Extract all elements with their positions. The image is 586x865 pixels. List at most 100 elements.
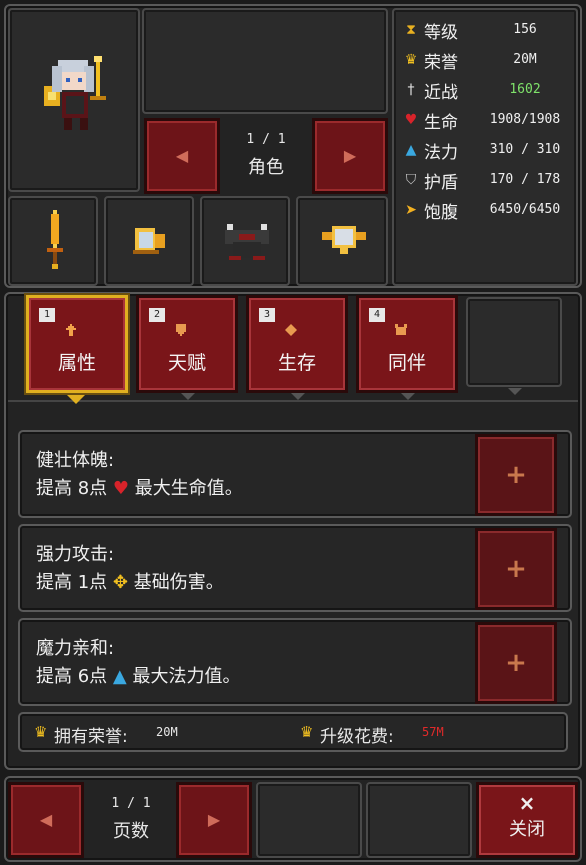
potion-icon: ▲ [112, 666, 127, 687]
equipment-slot-offhand[interactable] [104, 196, 194, 286]
prev-page-button[interactable]: ◀ [8, 782, 84, 858]
left-arrow-icon: ◀ [175, 146, 189, 165]
up-arrow-icon [66, 324, 76, 336]
plus-icon: + [505, 554, 527, 584]
tab-survival[interactable]: 3 生存 [246, 295, 348, 400]
golden-sword-icon [47, 210, 63, 269]
tab-pin [181, 393, 195, 400]
winged-shield-icon [322, 226, 366, 254]
stat-row-mana: ▲ 法力 [402, 138, 458, 163]
tab-label: 同伴 [387, 352, 426, 374]
close-icon: × [518, 791, 536, 815]
tab-pin [401, 393, 415, 400]
equipment-slot-weapon[interactable] [8, 196, 98, 286]
honor-owned-label: 拥有荣誉: [54, 727, 128, 747]
pet-icon [395, 324, 407, 335]
tab-empty [466, 297, 562, 395]
stat-label: 等级 [424, 22, 458, 43]
page-label: 页数 [113, 821, 149, 842]
heart-icon: ♥ [404, 112, 418, 128]
character-page-label: 角色 [248, 157, 284, 178]
stat-row-shield: ⛉ 护盾 [402, 168, 458, 193]
character-portrait [44, 56, 106, 130]
diamond-icon [285, 324, 297, 336]
stat-value-mana: 310 / 310 [489, 142, 561, 157]
tab-number: 4 [369, 308, 385, 322]
stat-value-satiety: 6450/6450 [489, 202, 561, 217]
upgrade-vitality-button[interactable]: + [475, 434, 557, 516]
left-arrow-icon: ◀ [39, 810, 53, 829]
page-counter: 1 / 1 [111, 796, 151, 811]
close-button[interactable]: × 关闭 [476, 782, 578, 858]
tab-number: 3 [259, 308, 275, 322]
stat-value-melee: 1602 [509, 82, 541, 97]
stat-row-honor: ♛ 荣誉 [402, 48, 458, 73]
sword-icon: † [407, 82, 415, 98]
stat-value-honor: 20M [513, 52, 537, 67]
stat-value-level: 156 [513, 22, 537, 37]
upgrade-cost-value: 57M [422, 725, 444, 739]
tab-attributes[interactable]: 1 属性 [26, 295, 128, 404]
skill-desc-prefix: 提高 8点 [36, 478, 108, 499]
stat-row-satiety: ➤ 饱腹 [402, 198, 458, 223]
stat-label: 荣誉 [424, 52, 458, 73]
close-label: 关闭 [509, 819, 545, 840]
hourglass-icon: ⧗ [406, 22, 416, 38]
skill-name: 魔力亲和: [36, 638, 115, 659]
stat-label: 饱腹 [424, 202, 458, 223]
page-indicator: 1 / 1 页数 [88, 782, 174, 858]
footer-empty-slot-2 [366, 782, 472, 858]
character-page-counter: 1 / 1 [246, 132, 286, 147]
heart-icon: ♥ [112, 478, 130, 499]
tabs-divider [8, 400, 578, 402]
tab-pin [508, 388, 522, 395]
tab-companion[interactable]: 4 同伴 [356, 295, 458, 400]
crown-icon: ♛ [34, 723, 48, 741]
character-preview-box [142, 8, 388, 114]
crown-icon: ♛ [300, 723, 314, 741]
crown-icon: ♛ [404, 52, 418, 68]
next-page-button[interactable]: ▶ [176, 782, 252, 858]
honor-bar: ♛ 拥有荣誉: 20M ♛ 升级花费: 57M [18, 712, 568, 752]
character-page-indicator: 1 / 1 角色 [222, 118, 310, 194]
tab-number: 1 [39, 308, 55, 322]
tab-pin [291, 393, 305, 400]
tab-label: 生存 [277, 352, 316, 374]
footer-empty-slot-1 [256, 782, 362, 858]
stat-label: 护盾 [424, 172, 458, 193]
tab-number: 2 [149, 308, 165, 322]
skill-description: 提高 1点 ✥ 基础伤害。 [36, 568, 224, 594]
character-portrait-slot[interactable] [8, 8, 140, 192]
stat-label: 生命 [424, 112, 458, 133]
tab-talents[interactable]: 2 天赋 [136, 295, 238, 400]
skill-description: 提高 8点 ♥ 最大生命值。 [36, 474, 243, 500]
stat-label: 近战 [424, 82, 458, 103]
hunger-icon: ➤ [405, 202, 417, 218]
skill-desc-suffix: 最大法力值。 [132, 666, 241, 687]
equipment-slot-armor[interactable] [200, 196, 290, 286]
tab-label: 天赋 [167, 352, 206, 374]
plus-icon: + [505, 648, 527, 678]
stat-row-level: ⧗ 等级 [402, 18, 458, 43]
upgrade-power-attack-button[interactable]: + [475, 528, 557, 610]
skill-name: 强力攻击: [36, 544, 115, 565]
upgrade-cost-label: 升级花费: [320, 727, 394, 747]
upgrade-mana-affinity-button[interactable]: + [475, 622, 557, 704]
selected-tab-indicator [67, 395, 85, 404]
shield-icon [176, 324, 186, 336]
dark-armor-icon [225, 224, 269, 260]
stat-row-melee: † 近战 [402, 78, 459, 103]
right-arrow-icon: ▶ [343, 146, 357, 165]
skill-desc-suffix: 最大生命值。 [134, 478, 243, 499]
tab-label: 属性 [57, 352, 96, 374]
plus-icon: + [505, 460, 527, 490]
equipment-slot-shield[interactable] [296, 196, 388, 286]
stat-label: 法力 [424, 142, 458, 163]
next-character-button[interactable]: ▶ [312, 118, 388, 194]
skill-description: 提高 6点 ▲ 最大法力值。 [36, 662, 241, 688]
skill-desc-prefix: 提高 6点 [36, 666, 108, 687]
prev-character-button[interactable]: ◀ [144, 118, 220, 194]
stat-value-health: 1908/1908 [489, 112, 561, 127]
shield-icon: ⛉ [405, 172, 417, 188]
stat-row-health: ♥ 生命 [402, 108, 458, 133]
